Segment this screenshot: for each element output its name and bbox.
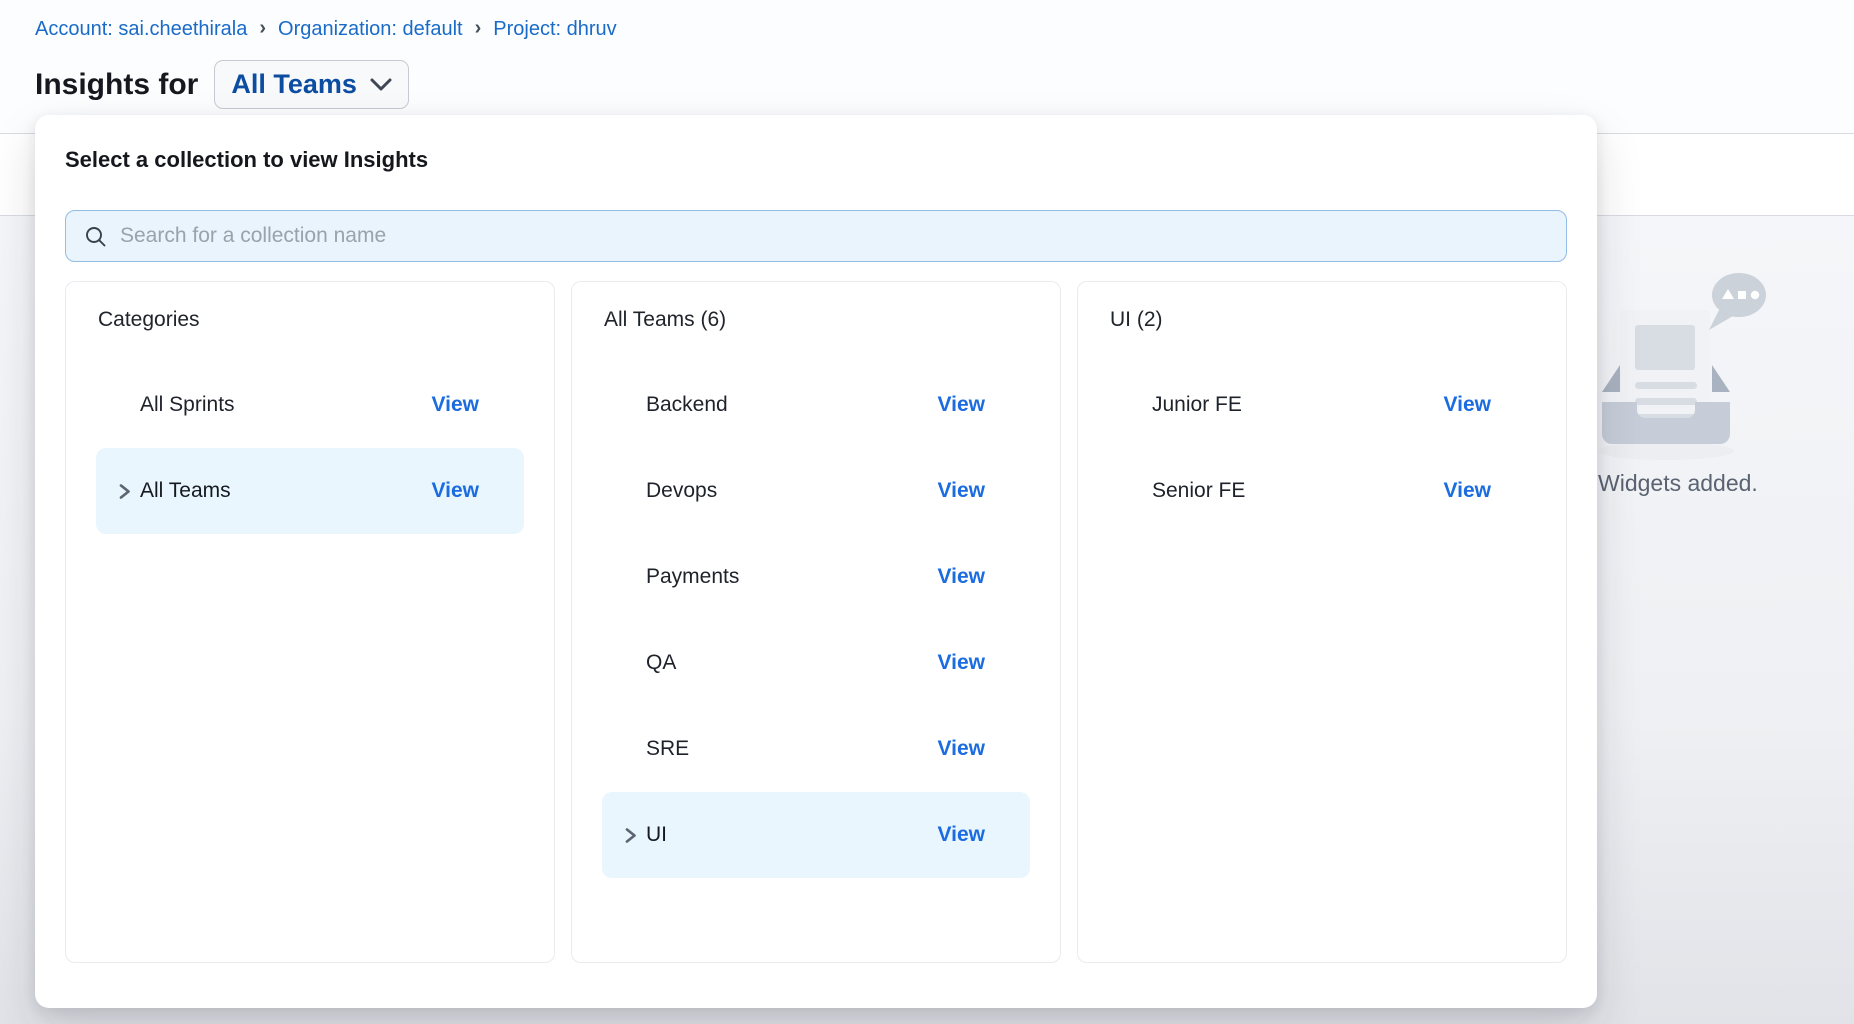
- row-label: All Sprints: [140, 393, 235, 417]
- insights-heading-row: Insights for All Teams: [35, 60, 409, 109]
- row-label: Devops: [646, 479, 717, 503]
- row-label: UI: [646, 823, 667, 847]
- row-label: Payments: [646, 565, 739, 589]
- breadcrumb: Account: sai.cheethirala › Organization:…: [35, 18, 617, 41]
- view-button-ui[interactable]: View: [938, 823, 985, 847]
- row-ui[interactable]: UI View: [602, 792, 1030, 878]
- row-all-teams[interactable]: All Teams View: [96, 448, 524, 534]
- breadcrumb-project-link[interactable]: Project: dhruv: [493, 18, 616, 41]
- collection-dropdown-button[interactable]: All Teams: [214, 60, 409, 109]
- row-label: Senior FE: [1152, 479, 1245, 503]
- empty-inbox-illustration: [1595, 270, 1785, 465]
- view-button-devops[interactable]: View: [938, 479, 985, 503]
- view-button-sre[interactable]: View: [938, 737, 985, 761]
- breadcrumb-separator-icon: ›: [259, 17, 266, 40]
- panel-all-teams: All Teams (6) Backend View Devops View P…: [571, 281, 1061, 963]
- modal-title: Select a collection to view Insights: [65, 147, 1567, 173]
- view-button-senior-fe[interactable]: View: [1444, 479, 1491, 503]
- collection-search-box: [65, 210, 1567, 262]
- collection-picker-modal: Select a collection to view Insights Cat…: [35, 115, 1597, 1008]
- row-label: Backend: [646, 393, 728, 417]
- row-devops[interactable]: Devops View: [602, 448, 1030, 534]
- chevron-down-icon: [370, 78, 392, 91]
- breadcrumb-separator-icon: ›: [475, 17, 482, 40]
- row-backend[interactable]: Backend View: [602, 362, 1030, 448]
- row-all-sprints[interactable]: All Sprints View: [96, 362, 524, 448]
- row-junior-fe[interactable]: Junior FE View: [1108, 362, 1536, 448]
- chevron-right-icon: [118, 483, 131, 500]
- row-label: All Teams: [140, 479, 231, 503]
- search-icon: [84, 225, 107, 248]
- panel-ui-header: UI (2): [1110, 308, 1534, 332]
- row-senior-fe[interactable]: Senior FE View: [1108, 448, 1536, 534]
- page-title: Insights for: [35, 68, 198, 102]
- breadcrumb-organization-link[interactable]: Organization: default: [278, 18, 463, 41]
- row-qa[interactable]: QA View: [602, 620, 1030, 706]
- search-input[interactable]: [120, 224, 1548, 248]
- chevron-right-icon: [624, 827, 637, 844]
- view-button-qa[interactable]: View: [938, 651, 985, 675]
- view-button-all-teams[interactable]: View: [432, 479, 479, 503]
- row-label: QA: [646, 651, 676, 675]
- row-sre[interactable]: SRE View: [602, 706, 1030, 792]
- collection-panels: Categories All Sprints View All Teams Vi…: [65, 281, 1567, 963]
- view-button-payments[interactable]: View: [938, 565, 985, 589]
- panel-categories-header: Categories: [98, 308, 522, 332]
- panel-ui: UI (2) Junior FE View Senior FE View: [1077, 281, 1567, 963]
- row-payments[interactable]: Payments View: [602, 534, 1030, 620]
- row-label: Junior FE: [1152, 393, 1242, 417]
- view-button-all-sprints[interactable]: View: [432, 393, 479, 417]
- view-button-junior-fe[interactable]: View: [1444, 393, 1491, 417]
- view-button-backend[interactable]: View: [938, 393, 985, 417]
- row-label: SRE: [646, 737, 689, 761]
- collection-dropdown-label: All Teams: [231, 69, 357, 100]
- empty-state: Widgets added.: [1595, 270, 1845, 470]
- breadcrumb-account-link[interactable]: Account: sai.cheethirala: [35, 18, 247, 41]
- panel-categories: Categories All Sprints View All Teams Vi…: [65, 281, 555, 963]
- empty-state-message: Widgets added.: [1598, 470, 1848, 497]
- panel-all-teams-header: All Teams (6): [604, 308, 1028, 332]
